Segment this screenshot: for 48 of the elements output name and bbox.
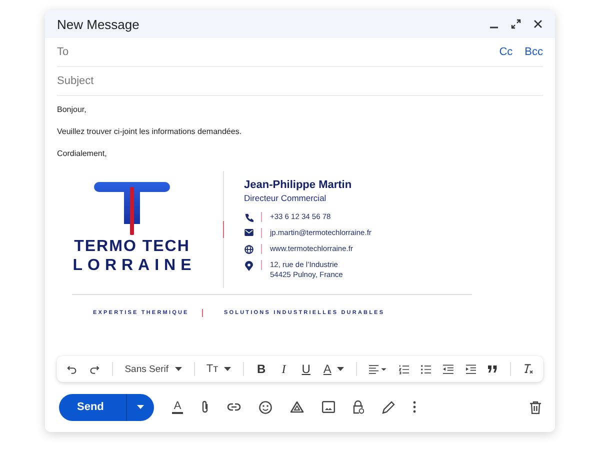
more-options-icon[interactable] bbox=[413, 401, 416, 413]
caret-icon bbox=[224, 367, 232, 371]
underline-button[interactable]: U bbox=[300, 362, 312, 376]
paperclip-icon[interactable] bbox=[201, 400, 210, 414]
decrease-indent-icon[interactable] bbox=[443, 364, 454, 374]
location-pin-icon bbox=[244, 260, 254, 271]
bulleted-list-icon[interactable] bbox=[421, 364, 432, 374]
image-icon[interactable] bbox=[322, 401, 336, 413]
caret-icon[interactable] bbox=[136, 405, 144, 409]
phone-icon bbox=[244, 212, 254, 222]
to-field[interactable]: To bbox=[57, 46, 488, 58]
body-paragraph: Bonjour, bbox=[57, 104, 88, 116]
redo-icon[interactable] bbox=[89, 363, 100, 375]
envelope-icon bbox=[244, 228, 254, 236]
align-icon[interactable] bbox=[369, 364, 387, 374]
send-button[interactable]: Send bbox=[59, 394, 127, 420]
clear-formatting-icon[interactable] bbox=[522, 363, 534, 375]
trash-icon[interactable] bbox=[530, 400, 541, 414]
bold-button[interactable]: B bbox=[256, 362, 266, 376]
logo-text: LORRAINE bbox=[72, 256, 196, 275]
text-color-button[interactable]: A bbox=[172, 400, 184, 414]
quote-icon[interactable] bbox=[488, 365, 498, 373]
italic-button[interactable]: I bbox=[278, 362, 289, 376]
numbered-list-icon[interactable] bbox=[398, 364, 409, 374]
caret-icon bbox=[337, 367, 344, 371]
cc-link[interactable]: Cc bbox=[499, 46, 513, 58]
triangle-icon[interactable] bbox=[290, 401, 304, 413]
body-paragraph: Cordialement, bbox=[57, 148, 108, 160]
subject-field[interactable]: Subject bbox=[57, 75, 543, 87]
bcc-link[interactable]: Bcc bbox=[524, 46, 543, 58]
link-icon[interactable] bbox=[227, 403, 242, 411]
contact-role: Directeur Commercial bbox=[244, 192, 328, 203]
increase-indent-icon[interactable] bbox=[466, 364, 476, 374]
caret-icon bbox=[174, 367, 182, 371]
logo-text: TERMO TECH bbox=[74, 236, 190, 256]
text-color-button[interactable]: A bbox=[323, 362, 344, 376]
emoji-icon[interactable] bbox=[259, 400, 272, 414]
undo-icon[interactable] bbox=[67, 363, 78, 375]
text-size-button[interactable]: Tт bbox=[206, 363, 232, 375]
expand-icon[interactable] bbox=[511, 19, 521, 29]
globe-icon bbox=[244, 244, 254, 254]
contact-name: Jean-Philippe Martin bbox=[244, 178, 353, 191]
font-select[interactable]: Sans Serif bbox=[124, 364, 182, 374]
body-paragraph: Veuillez trouver ci-joint les informations demandées. bbox=[57, 126, 243, 138]
pen-icon[interactable] bbox=[382, 400, 396, 414]
window-title: New Message bbox=[57, 16, 140, 32]
close-icon[interactable] bbox=[533, 19, 543, 29]
lock-clock-icon[interactable] bbox=[353, 400, 364, 414]
